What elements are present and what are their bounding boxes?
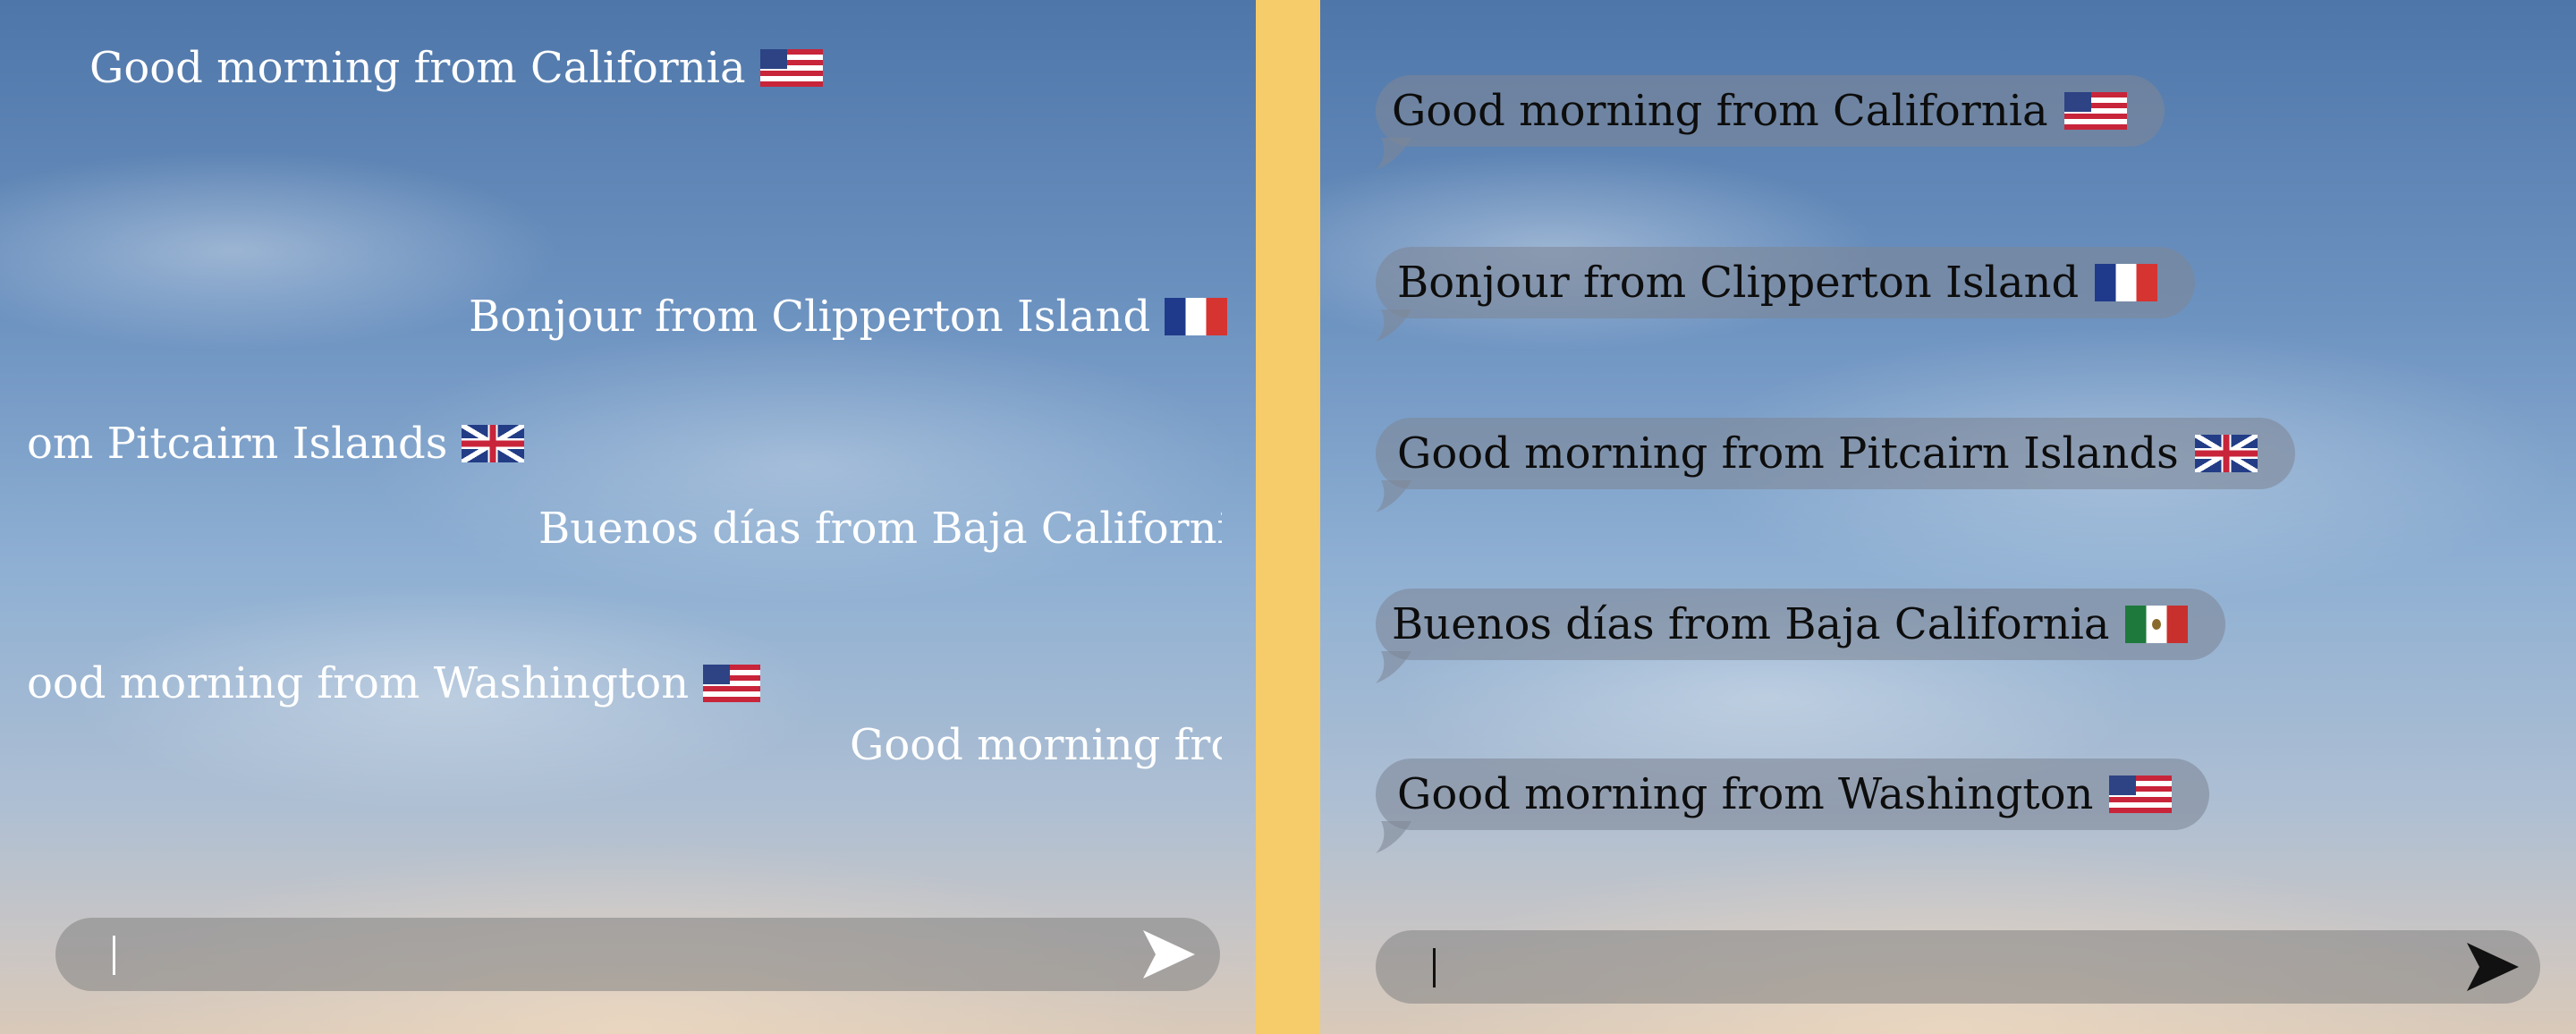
floating-message: om Pitcairn Islands xyxy=(27,419,525,469)
fr-flag-icon xyxy=(2095,264,2158,301)
right-chat-panel: Good morning from California Bonjour fro… xyxy=(1320,0,2576,1034)
bubble-tail xyxy=(1376,480,1411,513)
floating-message: Good morning from California xyxy=(89,47,823,89)
message-text: Good morning fro xyxy=(850,720,1222,770)
uk-flag-icon xyxy=(2194,435,2258,472)
bubble-tail xyxy=(1376,309,1411,342)
message-text: Buenos días from Baja California xyxy=(538,504,1222,554)
floating-message: Buenos días from Baja California xyxy=(538,507,1222,550)
left-chat-panel: Good morning from California Bonjour fro… xyxy=(0,0,1256,1034)
panel-divider xyxy=(1256,0,1320,1034)
chat-bubble: Good morning from Pitcairn Islands xyxy=(1376,418,2295,513)
floating-message-clip: om Pitcairn Islands xyxy=(27,411,528,483)
floating-message-clip: Good morning fro xyxy=(841,711,1222,783)
message-text: Buenos días from Baja California xyxy=(1392,599,2110,649)
message-text: om Pitcairn Islands xyxy=(27,419,448,469)
floating-message-clip: ood morning from Washington xyxy=(27,653,760,725)
chat-bubble: Bonjour from Clipperton Island xyxy=(1376,247,2196,342)
message-text: Good morning from California xyxy=(1392,86,2048,136)
text-caret xyxy=(1433,948,1436,987)
message-text: Bonjour from Clipperton Island xyxy=(469,292,1151,342)
us-flag-icon xyxy=(2109,776,2173,813)
message-text: Bonjour from Clipperton Island xyxy=(1397,258,2080,308)
message-input-bar[interactable] xyxy=(1376,930,2540,1004)
floating-message: Good morning fro xyxy=(850,724,1222,767)
floating-message: Bonjour from Clipperton Island xyxy=(469,292,1228,342)
message-text: Good morning from Pitcairn Islands xyxy=(1397,428,2179,479)
send-arrow-icon[interactable] xyxy=(2465,941,2521,993)
fr-flag-icon xyxy=(1165,298,1228,335)
floating-message: ood morning from Washington xyxy=(27,662,760,705)
mx-flag-icon xyxy=(2125,606,2189,643)
floating-message-clip: Buenos días from Baja California xyxy=(528,496,1222,568)
us-flag-icon xyxy=(759,49,823,87)
message-input-bar[interactable] xyxy=(55,918,1220,991)
bubble-tail xyxy=(1376,821,1411,853)
us-flag-icon xyxy=(2063,92,2127,130)
message-text: Good morning from Washington xyxy=(1397,769,2094,819)
chat-bubble: Buenos días from Baja California xyxy=(1376,589,2226,683)
message-text: Good morning from California xyxy=(89,43,746,93)
text-caret xyxy=(113,936,115,975)
message-text: ood morning from Washington xyxy=(27,658,690,708)
send-arrow-icon[interactable] xyxy=(1141,928,1197,980)
bubble-tail xyxy=(1376,651,1411,683)
bubble-tail xyxy=(1376,138,1411,170)
uk-flag-icon xyxy=(462,425,525,462)
chat-bubble: Good morning from Washington xyxy=(1376,759,2210,853)
chat-bubble: Good morning from California xyxy=(1376,75,2165,170)
us-flag-icon xyxy=(703,665,760,702)
